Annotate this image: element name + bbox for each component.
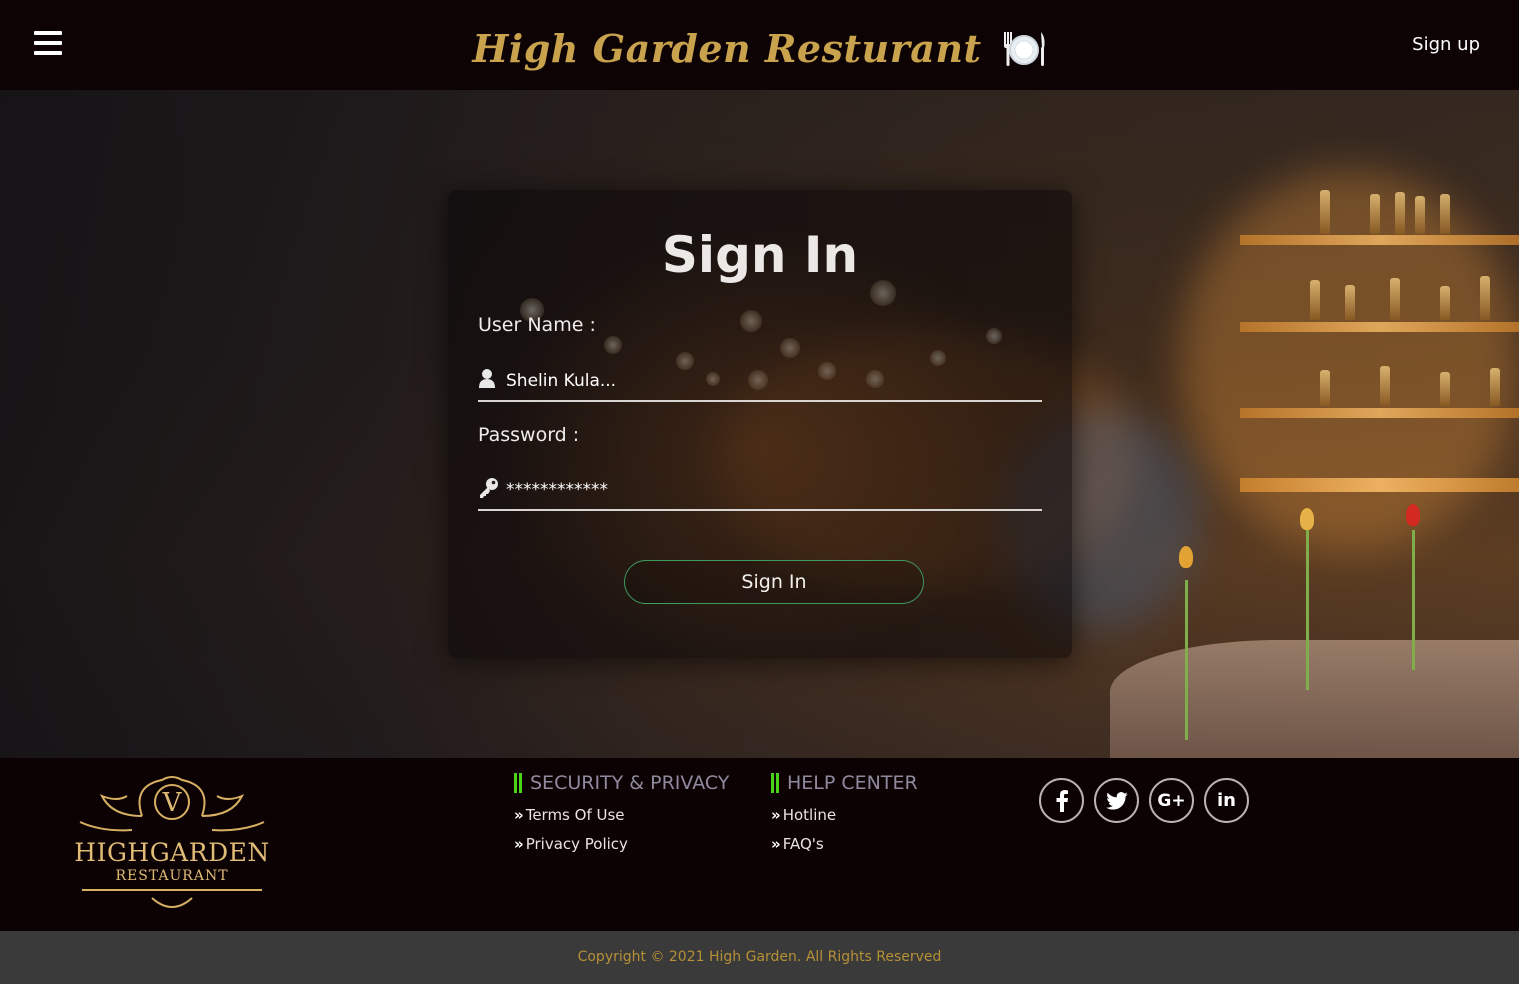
- double-chevron-right-icon: »: [771, 806, 781, 824]
- brand: High Garden Resturant: [0, 26, 1519, 71]
- signup-link[interactable]: Sign up: [1412, 34, 1480, 55]
- username-label: User Name :: [478, 314, 596, 336]
- social-links: G+ in: [1039, 778, 1249, 823]
- facebook-icon[interactable]: [1039, 778, 1084, 823]
- google-plus-icon[interactable]: G+: [1149, 778, 1194, 823]
- help-heading: HELP CENTER: [771, 770, 918, 796]
- double-chevron-right-icon: »: [771, 835, 781, 853]
- svg-text:V: V: [162, 788, 183, 818]
- top-navbar: High Garden Resturant Sign up: [0, 0, 1519, 90]
- copyright-text: Copyright © 2021 High Garden. All Rights…: [577, 949, 942, 965]
- faq-link[interactable]: » FAQ's: [771, 834, 918, 854]
- username-field-row: [478, 362, 1042, 402]
- hotline-link[interactable]: » Hotline: [771, 805, 918, 825]
- site-title: High Garden Resturant: [472, 26, 982, 71]
- username-input[interactable]: [506, 368, 1026, 394]
- double-chevron-right-icon: »: [514, 806, 524, 824]
- logo-name: HIGHGARDEN: [74, 838, 270, 867]
- user-icon: [478, 368, 496, 390]
- password-label: Password :: [478, 424, 580, 446]
- security-heading: SECURITY & PRIVACY: [514, 770, 729, 796]
- accent-bar-icon: [771, 773, 779, 793]
- double-chevron-right-icon: »: [514, 835, 524, 853]
- terms-of-use-link[interactable]: » Terms Of Use: [514, 805, 729, 825]
- help-center-column: HELP CENTER » Hotline » FAQ's: [771, 770, 918, 854]
- signin-button[interactable]: Sign In: [624, 560, 924, 604]
- accent-bar-icon: [514, 773, 522, 793]
- password-input[interactable]: [506, 477, 1026, 503]
- twitter-icon[interactable]: [1094, 778, 1139, 823]
- copyright-bar: Copyright © 2021 High Garden. All Rights…: [0, 931, 1519, 984]
- key-icon: [478, 477, 498, 499]
- logo-sub: RESTAURANT: [115, 868, 229, 884]
- signin-title: Sign In: [661, 226, 859, 284]
- linkedin-icon[interactable]: in: [1204, 778, 1249, 823]
- footer: V HIGHGARDEN RESTAURANT SECURITY & PRIVA…: [0, 758, 1519, 931]
- plate-cutlery-icon: [1001, 28, 1047, 70]
- security-privacy-column: SECURITY & PRIVACY » Terms Of Use » Priv…: [514, 770, 729, 854]
- privacy-policy-link[interactable]: » Privacy Policy: [514, 834, 729, 854]
- footer-logo: V HIGHGARDEN RESTAURANT: [72, 766, 272, 916]
- signin-card: Sign In User Name : Password : Sign In: [448, 190, 1072, 658]
- password-field-row: [478, 471, 1042, 511]
